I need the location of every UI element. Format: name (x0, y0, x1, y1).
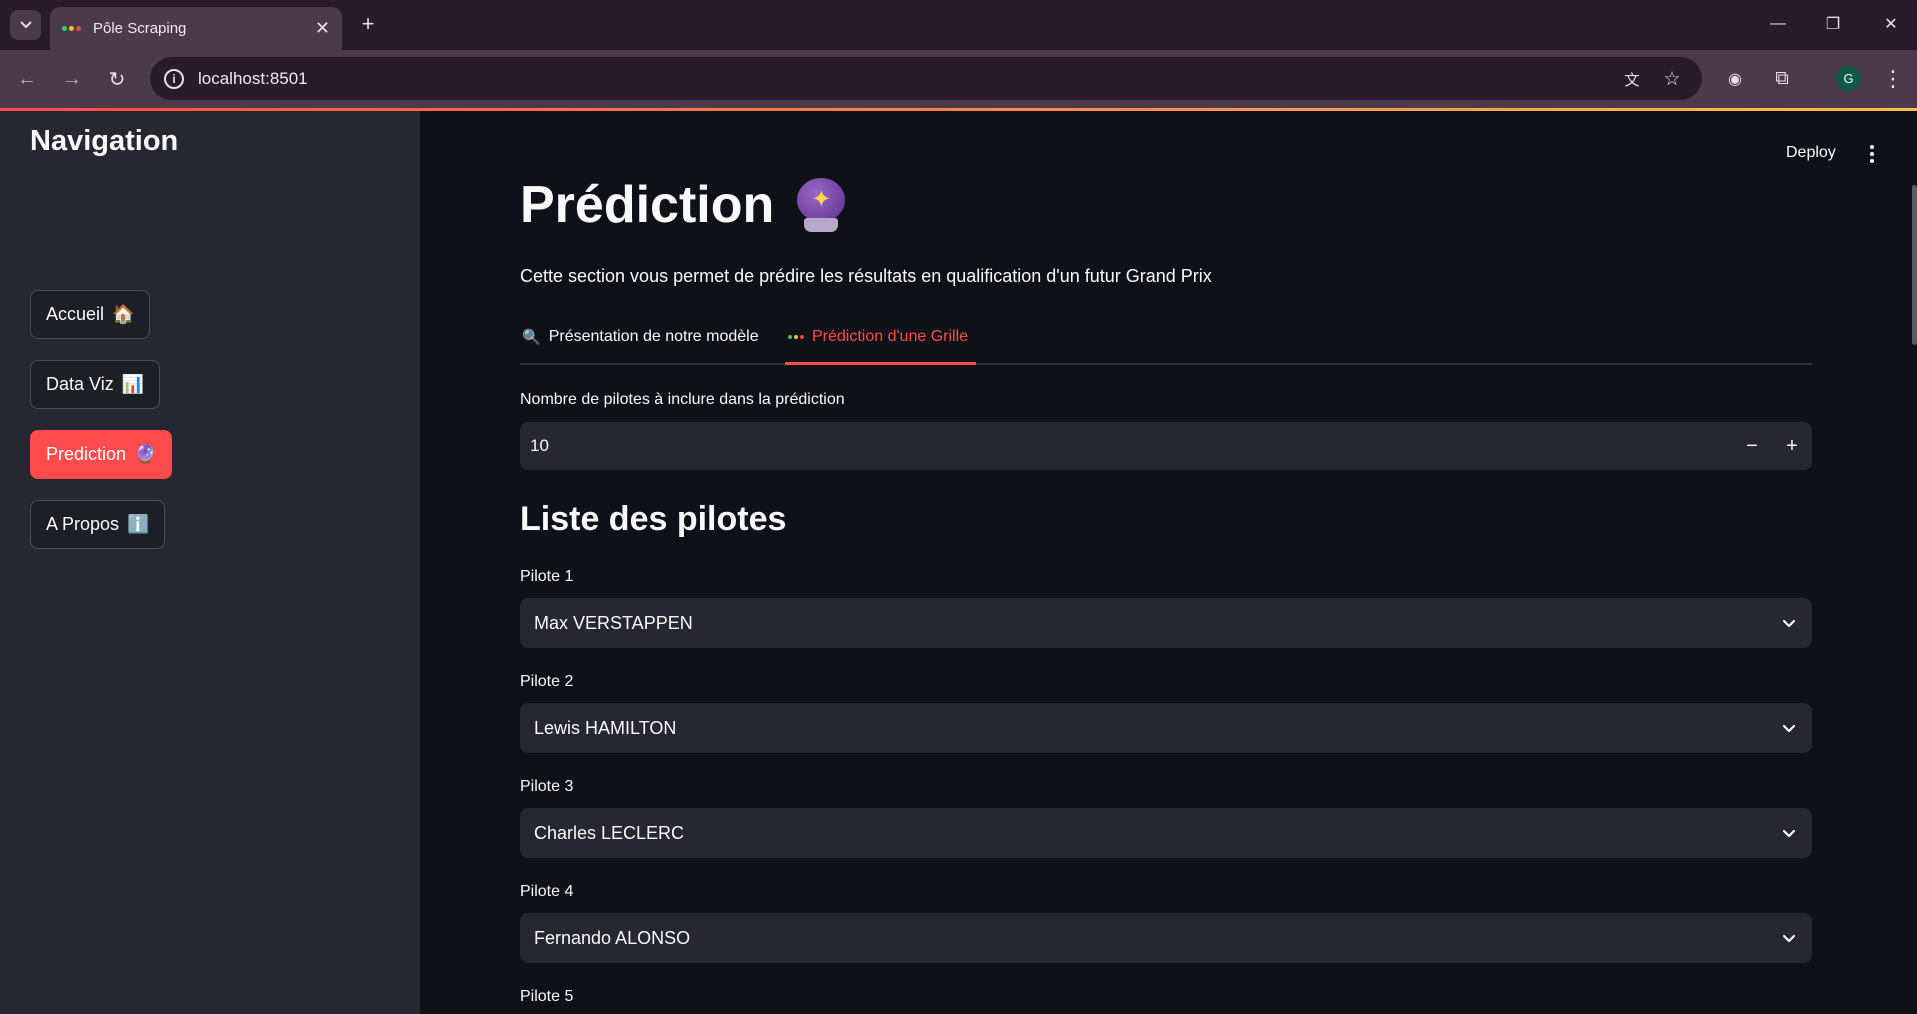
sidebar-item-data-viz[interactable]: Data Viz 📊 (30, 360, 161, 409)
chevron-down-icon (19, 21, 32, 29)
bar-chart-icon: 📊 (121, 374, 145, 394)
deploy-button[interactable]: Deploy (1786, 144, 1836, 162)
sidebar-heading: Navigation (30, 125, 179, 157)
translate-icon[interactable]: 文 (1617, 64, 1647, 94)
pilot-4-label: Pilote 4 (520, 883, 574, 900)
restore-icon[interactable]: ❐ (1808, 8, 1858, 40)
tab-label: Prédiction d'une Grille (812, 328, 969, 345)
sidebar-item-accueil[interactable]: Accueil 🏠 (30, 290, 151, 339)
page-title: Prédiction ✦ (520, 175, 846, 235)
pilot-2-select[interactable]: Lewis HAMILTON (520, 703, 1812, 753)
chevron-down-icon (1780, 824, 1798, 842)
magnifier-icon: 🔍 (522, 329, 541, 346)
traffic-light-icon (62, 26, 81, 31)
pilot-count-label: Nombre de pilotes à inclure dans la préd… (520, 391, 845, 408)
pilot-1-select[interactable]: Max VERSTAPPEN (520, 598, 1812, 648)
chevron-down-icon (1780, 719, 1798, 737)
sidebar-item-label: A Propos (46, 514, 120, 534)
back-arrow-icon[interactable]: ← (12, 64, 42, 94)
close-window-icon[interactable]: ✕ (1866, 8, 1916, 40)
house-icon: 🏠 (112, 304, 135, 324)
tab-label: Présentation de notre modèle (548, 328, 759, 345)
new-tab-icon[interactable]: + (354, 10, 382, 38)
extensions-puzzle-icon[interactable]: ⧉ (1767, 64, 1797, 94)
eye-extension-icon[interactable]: ◉ (1720, 64, 1750, 94)
browser-tab[interactable]: Pôle Scraping ✕ (50, 7, 342, 50)
tab-title: Pôle Scraping (93, 20, 187, 37)
crystal-ball-icon: 🔮 (134, 444, 157, 464)
browser-menu-icon[interactable]: ⋮ (1878, 64, 1908, 94)
pilot-3-label: Pilote 3 (520, 778, 574, 795)
chevron-down-icon (1780, 614, 1798, 632)
app-menu-icon[interactable] (1860, 140, 1884, 168)
pilots-heading: Liste des pilotes (520, 500, 787, 538)
scrollbar[interactable] (1912, 185, 1917, 345)
address-bar[interactable]: i localhost:8501 (150, 57, 1702, 100)
page-title-text: Prédiction (520, 176, 775, 234)
sidebar-item-label: Accueil (46, 304, 105, 324)
tab-prediction-grille[interactable]: Prédiction d'une Grille (788, 328, 968, 346)
pilot-2-label: Pilote 2 (520, 673, 574, 690)
pilot-5-label: Pilote 5 (520, 988, 574, 1005)
minimize-icon[interactable]: — (1753, 8, 1803, 40)
pilot-2-value: Lewis HAMILTON (534, 717, 677, 738)
profile-avatar[interactable]: G (1836, 66, 1861, 91)
tab-presentation-modele[interactable]: 🔍 Présentation de notre modèle (522, 328, 759, 346)
chevron-down-icon (1780, 929, 1798, 947)
crystal-ball-icon: ✦ (796, 178, 846, 232)
pilot-count-value[interactable]: 10 (520, 436, 1732, 456)
pilot-3-value: Charles LECLERC (534, 822, 685, 843)
tab-search-button[interactable] (10, 10, 41, 40)
sidebar-item-label: Data Viz (46, 374, 114, 394)
traffic-light-icon (788, 335, 804, 339)
sidebar-item-a-propos[interactable]: A Propos ℹ️ (30, 500, 166, 549)
increment-button[interactable]: + (1772, 422, 1812, 470)
close-tab-icon[interactable]: ✕ (315, 18, 330, 39)
reload-icon[interactable]: ↻ (102, 64, 132, 94)
pilot-1-value: Max VERSTAPPEN (534, 612, 693, 633)
page-subtitle: Cette section vous permet de prédire les… (520, 266, 1212, 286)
sidebar-item-prediction[interactable]: Prediction 🔮 (30, 430, 173, 479)
pilot-3-select[interactable]: Charles LECLERC (520, 808, 1812, 858)
sidebar (0, 111, 420, 1014)
pilot-4-select[interactable]: Fernando ALONSO (520, 913, 1812, 963)
url-text: localhost:8501 (198, 68, 308, 88)
pilot-1-label: Pilote 1 (520, 568, 574, 585)
active-tab-indicator (785, 362, 976, 365)
site-info-icon[interactable]: i (164, 68, 184, 89)
info-icon: ℹ️ (127, 514, 150, 534)
tab-bar: 🔍 Présentation de notre modèle Prédictio… (520, 320, 1812, 365)
forward-arrow-icon[interactable]: → (57, 64, 87, 94)
pilot-4-value: Fernando ALONSO (534, 927, 691, 948)
star-bookmark-icon[interactable]: ☆ (1657, 64, 1687, 94)
decrement-button[interactable]: − (1732, 422, 1772, 470)
pilot-count-input[interactable]: 10 − + (520, 422, 1812, 470)
sidebar-item-label: Prediction (46, 444, 127, 464)
